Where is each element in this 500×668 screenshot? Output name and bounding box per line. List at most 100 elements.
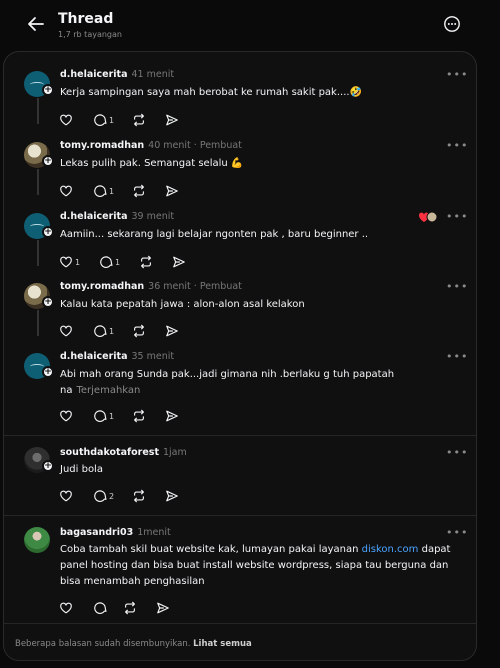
repost-icon [134, 324, 144, 338]
post-more-icon[interactable]: ••• [446, 68, 468, 81]
send-icon [166, 410, 178, 422]
reply-button[interactable]: 1 [93, 182, 114, 200]
timestamp: 1menit [137, 527, 171, 538]
follow-plus-icon[interactable]: + [42, 296, 54, 308]
send-icon [157, 602, 169, 614]
heart-icon [60, 325, 72, 337]
follow-plus-icon[interactable]: + [42, 366, 54, 378]
reply-count: 1 [109, 115, 115, 125]
repost-button[interactable] [132, 407, 146, 425]
thread-connector [37, 169, 39, 195]
post-more-icon[interactable]: ••• [446, 446, 468, 459]
post-more-icon[interactable]: ••• [446, 139, 468, 152]
comment-icon [94, 114, 107, 126]
reply-button[interactable]: 2 [93, 487, 114, 505]
send-icon [166, 325, 178, 337]
username[interactable]: d.helaicerita [60, 351, 128, 362]
repost-button[interactable] [123, 599, 137, 617]
like-count: 1 [75, 257, 81, 267]
back-arrow-icon[interactable] [26, 14, 46, 34]
post-text: Lekas pulih pak. Semangat selalu 💪 [60, 158, 244, 169]
like-button[interactable] [59, 407, 73, 425]
username[interactable]: tomy.romadhan [60, 140, 144, 151]
share-button[interactable] [165, 111, 179, 129]
repost-button[interactable] [132, 322, 146, 340]
post-meta: d.helaicerita 39 menit [60, 211, 174, 222]
follow-plus-icon[interactable]: + [42, 84, 54, 96]
post-text: Kalau kata pepatah jawa : alon-alon asal… [60, 299, 305, 310]
share-button[interactable] [165, 487, 179, 505]
reply-button[interactable]: 1 [93, 407, 114, 425]
timestamp: 36 menit [148, 281, 191, 292]
like-button[interactable] [59, 599, 73, 617]
timestamp: 40 menit [148, 140, 191, 151]
username[interactable]: southdakotaforest [60, 447, 159, 458]
post-link[interactable]: diskon.com [362, 544, 419, 555]
share-button[interactable] [156, 599, 170, 617]
reply-count: 1 [109, 186, 115, 196]
heart-icon [60, 114, 72, 126]
reply-count: 1 [115, 257, 121, 267]
share-button[interactable] [165, 182, 179, 200]
share-button[interactable] [165, 322, 179, 340]
like-button[interactable] [59, 182, 73, 200]
follow-plus-icon[interactable]: + [42, 460, 54, 472]
like-button[interactable]: 1 [59, 253, 80, 271]
thread-connector [37, 240, 39, 266]
divider [4, 623, 476, 624]
reply-button[interactable]: 1 [93, 111, 114, 129]
post-text-body: Coba tambah skil buat website kak, lumay… [60, 544, 362, 555]
username[interactable]: d.helaicerita [60, 211, 128, 222]
post-text: Abi mah orang Sunda pak...jadi gimana ni… [60, 367, 400, 399]
share-button[interactable] [165, 407, 179, 425]
repost-button[interactable] [132, 487, 146, 505]
reply-count: 2 [109, 491, 115, 501]
timestamp: 35 menit [131, 351, 175, 362]
follow-plus-icon[interactable]: + [42, 155, 54, 167]
divider [4, 515, 476, 516]
post-text: Coba tambah skil buat website kak, lumay… [60, 542, 460, 590]
send-icon [166, 490, 178, 502]
reply-button[interactable] [93, 599, 107, 617]
like-button[interactable] [59, 487, 73, 505]
comment-icon [94, 185, 107, 197]
username[interactable]: bagasandri03 [60, 527, 133, 538]
repost-button[interactable] [139, 253, 153, 271]
post-more-icon[interactable]: ••• [446, 210, 468, 223]
send-icon [173, 256, 185, 268]
thread-connector [37, 98, 39, 124]
heart-icon [60, 256, 72, 268]
username[interactable]: d.helaicerita [60, 69, 128, 80]
post-meta: bagasandri03 1menit [60, 527, 171, 538]
like-button[interactable] [59, 322, 73, 340]
reply-button[interactable]: 1 [93, 322, 114, 340]
author-tag: · Pembuat [193, 281, 242, 292]
thread-header: Thread 1,7 rb tayangan [0, 0, 500, 50]
view-count: 1,7 rb tayangan [58, 30, 122, 39]
heart-icon [60, 410, 72, 422]
heart-icon [60, 185, 72, 197]
comment-icon [94, 490, 107, 502]
repost-button[interactable] [132, 182, 146, 200]
reply-count: 1 [109, 326, 115, 336]
post-more-icon[interactable]: ••• [446, 280, 468, 293]
post-meta: tomy.romadhan 40 menit · Pembuat [60, 140, 242, 151]
heart-icon [60, 602, 72, 614]
avatar[interactable] [24, 527, 50, 553]
share-button[interactable] [172, 253, 186, 271]
author-tag: · Pembuat [193, 140, 242, 151]
translate-link[interactable]: Terjemahkan [76, 385, 140, 396]
post-more-icon[interactable]: ••• [446, 526, 468, 539]
more-options-icon[interactable] [443, 15, 461, 33]
like-button[interactable] [59, 111, 73, 129]
timestamp: 1jam [163, 447, 187, 458]
see-all-link[interactable]: Lihat semua [193, 639, 252, 649]
reply-button[interactable]: 1 [99, 253, 120, 271]
repost-button[interactable] [132, 111, 146, 129]
follow-plus-icon[interactable]: + [42, 226, 54, 238]
thread-connector [37, 310, 39, 336]
post-more-icon[interactable]: ••• [446, 350, 468, 363]
post-meta: d.helaicerita 41 menit [60, 69, 174, 80]
username[interactable]: tomy.romadhan [60, 281, 144, 292]
page-title: Thread [58, 11, 114, 27]
